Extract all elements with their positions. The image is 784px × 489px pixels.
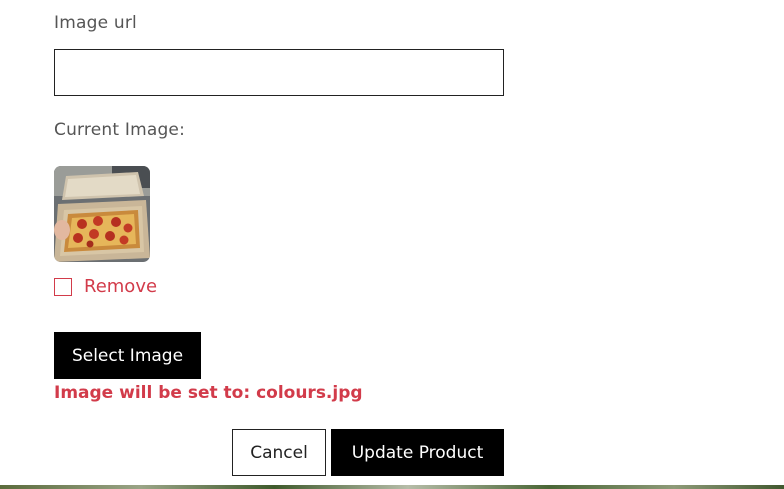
remove-image-checkbox[interactable] <box>54 278 72 296</box>
select-image-button[interactable]: Select Image <box>54 332 201 379</box>
image-url-label: Image url <box>54 13 137 33</box>
current-image-label: Current Image: <box>54 120 186 140</box>
background-image-strip <box>0 485 784 489</box>
remove-image-label[interactable]: Remove <box>84 276 157 297</box>
image-url-input[interactable] <box>54 49 504 96</box>
image-status-message: Image will be set to: colours.jpg <box>54 383 363 403</box>
current-image-thumbnail <box>54 166 150 262</box>
cancel-button[interactable]: Cancel <box>232 429 326 476</box>
pizza-photo-icon <box>54 166 150 262</box>
edit-product-form: Image url Current Image: Remove Select I… <box>0 0 784 489</box>
update-product-button[interactable]: Update Product <box>331 429 504 476</box>
